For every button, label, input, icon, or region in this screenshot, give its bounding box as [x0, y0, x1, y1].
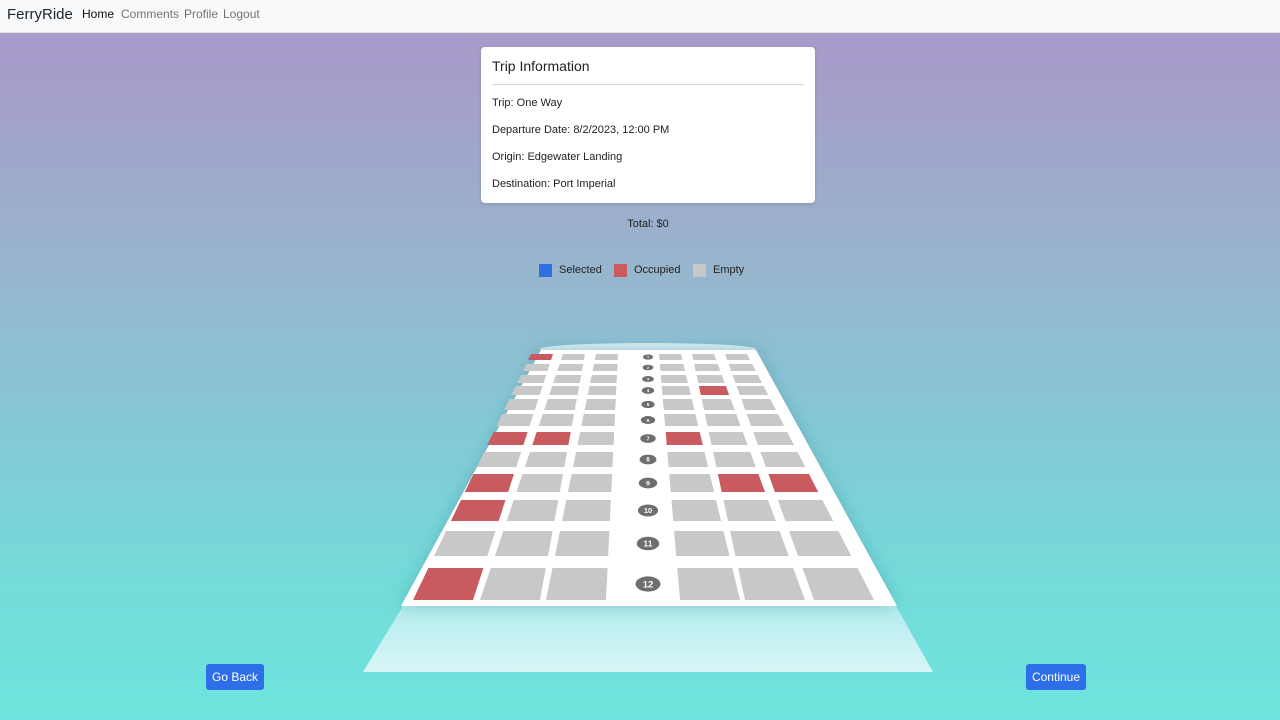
seat-2-2-empty[interactable]: [557, 364, 584, 371]
seat-10-4-empty[interactable]: [671, 500, 722, 521]
seat-11-3-empty[interactable]: [554, 531, 610, 556]
seat-12-2-empty[interactable]: [480, 568, 546, 600]
seat-2-5-empty[interactable]: [694, 364, 721, 371]
seat-1-4-empty[interactable]: [659, 354, 683, 360]
seat-8-2-empty[interactable]: [524, 452, 568, 467]
seat-9-2-empty[interactable]: [516, 474, 564, 492]
seat-9-3-empty[interactable]: [567, 474, 613, 492]
seat-5-1-empty[interactable]: [504, 399, 539, 410]
seat-1-6-empty[interactable]: [725, 354, 751, 360]
row-number-11: 11: [644, 539, 653, 549]
seat-11-5-empty[interactable]: [730, 531, 789, 556]
seat-5-3-empty[interactable]: [584, 399, 616, 410]
seat-4-4-empty[interactable]: [661, 386, 691, 395]
seat-12-3-empty[interactable]: [546, 568, 608, 600]
row-number-6: 6: [647, 418, 650, 424]
seat-3-5-empty[interactable]: [696, 375, 725, 383]
ferry-seat-map: 123456789101112: [363, 343, 933, 672]
seat-8-4-empty[interactable]: [667, 452, 709, 467]
seat-1-5-empty[interactable]: [692, 354, 717, 360]
seat-10-2-empty[interactable]: [506, 500, 559, 521]
seat-5-2-empty[interactable]: [544, 399, 577, 410]
seat-3-4-empty[interactable]: [660, 375, 688, 383]
row-number-3: 3: [647, 377, 649, 381]
seat-11-4-empty[interactable]: [674, 531, 730, 556]
seat-8-3-empty[interactable]: [573, 452, 614, 467]
seat-1-2-empty[interactable]: [560, 354, 585, 360]
seat-5-4-empty[interactable]: [662, 399, 695, 410]
seat-8-6-empty[interactable]: [760, 452, 806, 467]
row-number-2: 2: [647, 366, 649, 370]
seat-7-4-occupied[interactable]: [665, 432, 703, 445]
seat-8-1-empty[interactable]: [476, 452, 522, 467]
seat-3-2-empty[interactable]: [553, 375, 582, 383]
seat-6-4-empty[interactable]: [664, 414, 699, 426]
seat-7-3-empty[interactable]: [577, 432, 615, 445]
seat-7-1-occupied[interactable]: [487, 432, 528, 445]
ferry-stern: [363, 606, 933, 672]
seat-6-6-empty[interactable]: [746, 414, 785, 426]
seat-8-5-empty[interactable]: [713, 452, 756, 467]
seat-1-3-empty[interactable]: [594, 354, 618, 360]
seat-4-5-occupied[interactable]: [698, 386, 730, 395]
seat-6-2-empty[interactable]: [538, 414, 575, 426]
seat-12-4-empty[interactable]: [677, 568, 740, 600]
seat-3-6-empty[interactable]: [732, 375, 762, 383]
seat-5-5-empty[interactable]: [701, 399, 735, 410]
seat-6-5-empty[interactable]: [704, 414, 741, 426]
seat-10-3-empty[interactable]: [562, 500, 611, 521]
row-number-10: 10: [644, 506, 652, 515]
seat-10-5-empty[interactable]: [723, 500, 776, 521]
seat-7-6-empty[interactable]: [753, 432, 794, 445]
seat-2-4-empty[interactable]: [659, 364, 686, 371]
seat-9-4-empty[interactable]: [669, 474, 715, 492]
seat-2-6-empty[interactable]: [728, 364, 756, 371]
row-number-9: 9: [646, 480, 650, 487]
seat-2-3-empty[interactable]: [592, 364, 618, 371]
seat-6-3-empty[interactable]: [581, 414, 616, 426]
seat-1-1-occupied[interactable]: [528, 354, 553, 360]
seat-2-1-empty[interactable]: [522, 364, 550, 371]
row-number-12: 12: [643, 579, 654, 590]
seat-9-5-occupied[interactable]: [717, 474, 766, 492]
seat-3-3-empty[interactable]: [590, 375, 617, 383]
go-back-button[interactable]: Go Back: [206, 664, 264, 690]
seat-4-3-empty[interactable]: [587, 386, 617, 395]
seat-6-1-empty[interactable]: [496, 414, 534, 426]
row-number-1: 1: [647, 355, 649, 359]
seat-4-6-empty[interactable]: [736, 386, 769, 395]
seat-9-1-occupied[interactable]: [464, 474, 514, 492]
seat-7-2-occupied[interactable]: [532, 432, 571, 445]
seat-4-1-empty[interactable]: [511, 386, 543, 395]
seat-5-6-empty[interactable]: [741, 399, 776, 410]
seat-3-1-empty[interactable]: [517, 375, 547, 383]
seat-7-5-empty[interactable]: [708, 432, 748, 445]
row-number-7: 7: [646, 436, 649, 442]
continue-button[interactable]: Continue: [1026, 664, 1086, 690]
seat-4-2-empty[interactable]: [549, 386, 580, 395]
seat-11-2-empty[interactable]: [494, 531, 553, 556]
